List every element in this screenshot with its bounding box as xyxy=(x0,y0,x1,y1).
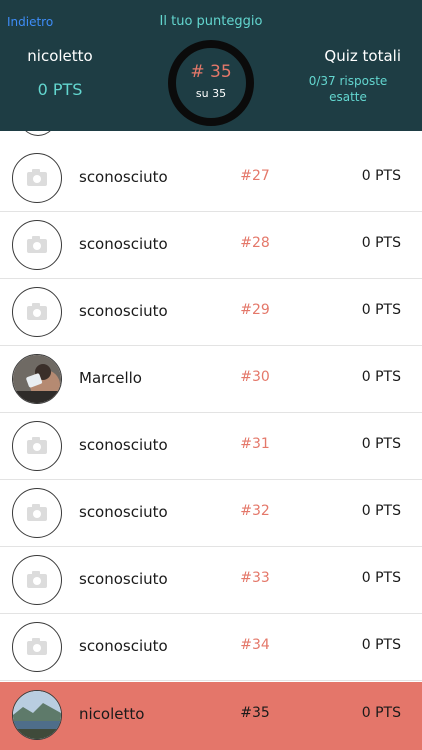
player-name: sconosciuto xyxy=(79,503,168,521)
camera-placeholder-icon xyxy=(12,220,62,270)
player-name: nicoletto xyxy=(79,705,145,723)
leaderboard-row[interactable]: sconosciuto #29 0 PTS xyxy=(0,279,422,346)
player-rank: #27 xyxy=(240,168,270,184)
player-points: 0 PTS xyxy=(361,705,401,721)
user-photo xyxy=(12,354,62,404)
player-rank: #31 xyxy=(240,436,270,452)
player-name: sconosciuto xyxy=(79,637,168,655)
camera-placeholder-icon xyxy=(12,488,62,538)
camera-placeholder-icon xyxy=(12,287,62,337)
player-rank: #32 xyxy=(240,503,270,519)
camera-placeholder-icon xyxy=(12,421,62,471)
landscape-photo xyxy=(12,690,62,740)
player-points: 0 PTS xyxy=(361,436,401,452)
player-rank: #29 xyxy=(240,302,270,318)
player-points: 0 PTS xyxy=(361,302,401,318)
leaderboard-row[interactable]: sconosciuto #33 0 PTS xyxy=(0,547,422,614)
quiz-total-title: Quiz totali xyxy=(324,47,401,65)
leaderboard-row[interactable]: Marcello #30 0 PTS xyxy=(0,346,422,413)
leaderboard-row-current-user[interactable]: nicoletto #35 0 PTS xyxy=(0,682,422,750)
player-name: sconosciuto xyxy=(79,436,168,454)
camera-placeholder-icon xyxy=(12,153,62,203)
player-points: 0 PTS xyxy=(361,570,401,586)
player-points: 0 PTS xyxy=(361,637,401,653)
quiz-correct-answers: 0/37 risposte esatte xyxy=(308,74,388,104)
user-points: 0 PTS xyxy=(37,80,83,99)
player-rank: #33 xyxy=(240,570,270,586)
player-name: sconosciuto xyxy=(79,302,168,320)
player-points: 0 PTS xyxy=(361,235,401,251)
camera-placeholder-icon xyxy=(12,622,62,672)
player-rank: #30 xyxy=(240,369,270,385)
leaderboard-row[interactable]: sconosciuto #31 0 PTS xyxy=(0,413,422,480)
leaderboard-row[interactable]: sconosciuto #27 0 PTS xyxy=(0,145,422,212)
player-rank: #34 xyxy=(240,637,270,653)
leaderboard-row[interactable]: sconosciuto #34 0 PTS xyxy=(0,614,422,681)
player-name: sconosciuto xyxy=(79,235,168,253)
camera-placeholder-icon xyxy=(12,555,62,605)
rank-ring: # 35 su 35 xyxy=(168,40,254,126)
score-header: Indietro Il tuo punteggio nicoletto 0 PT… xyxy=(0,0,422,131)
user-name: nicoletto xyxy=(27,47,93,65)
player-points: 0 PTS xyxy=(361,168,401,184)
rank-total: su 35 xyxy=(195,87,227,100)
leaderboard-row[interactable]: sconosciuto #32 0 PTS xyxy=(0,480,422,547)
player-name: Marcello xyxy=(79,369,142,387)
rank-value: # 35 xyxy=(190,62,232,82)
player-name: sconosciuto xyxy=(79,168,168,186)
player-name: sconosciuto xyxy=(79,570,168,588)
player-rank: #28 xyxy=(240,235,270,251)
leaderboard-row[interactable]: sconosciuto #28 0 PTS xyxy=(0,212,422,279)
player-points: 0 PTS xyxy=(361,503,401,519)
page-title: Il tuo punteggio xyxy=(159,14,263,29)
player-rank: #35 xyxy=(240,705,270,721)
player-points: 0 PTS xyxy=(361,369,401,385)
